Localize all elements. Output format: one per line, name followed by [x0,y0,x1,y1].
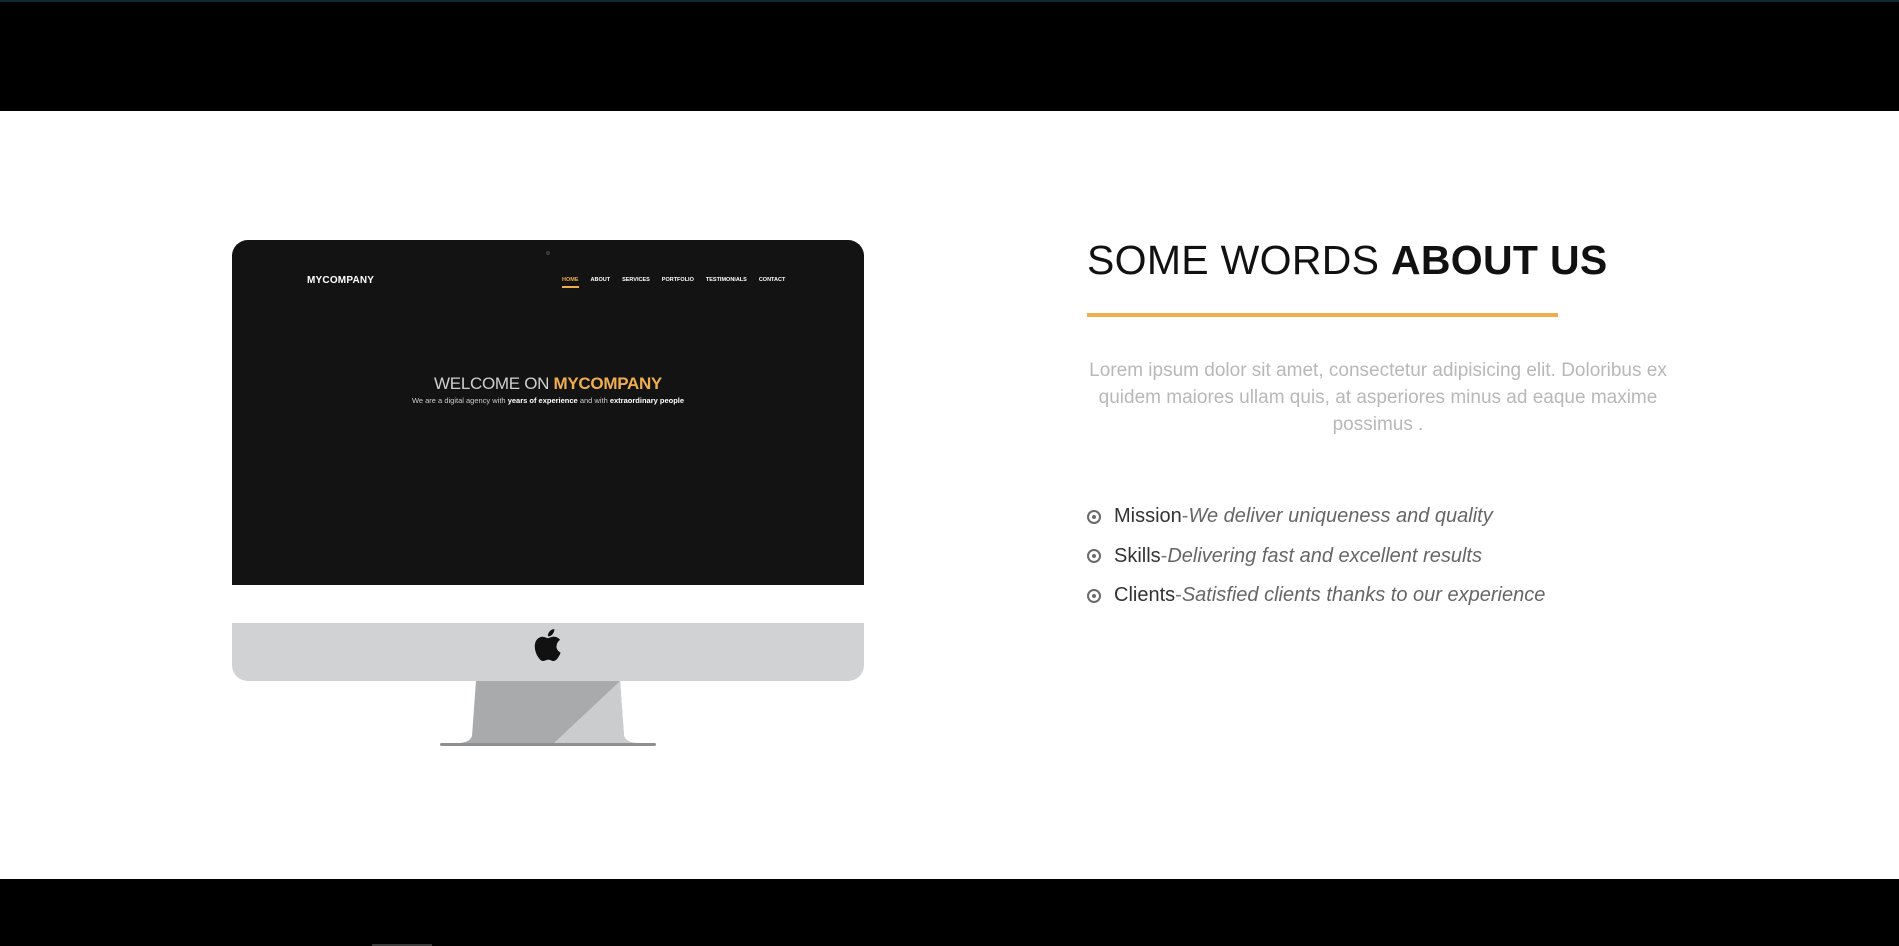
list-item: Skills - Delivering fast and excellent r… [1087,537,1545,577]
dot-circle-icon [1087,549,1101,564]
about-list: Mission - We deliver uniqueness and qual… [1087,497,1545,616]
mockup-hero-title: WELCOME ON MYCOMPANY [232,374,864,394]
list-item-separator: - [1175,584,1182,607]
list-item-separator: - [1160,544,1168,567]
mockup-nav-testimonials: TESTIMONIALS [705,277,747,283]
list-item: Mission - We deliver uniqueness and qual… [1087,497,1545,537]
imac-bezel [232,585,864,623]
imac-body: MYCOMPANY HOME ABOUT SERVICES PORTFOLIO … [232,240,864,681]
page: MYCOMPANY HOME ABOUT SERVICES PORTFOLIO … [0,0,1899,946]
top-band [0,0,1899,111]
mockup-brand: MYCOMPANY [307,275,375,286]
mockup-nav-about: ABOUT [590,277,611,283]
mockup-sub-4: extraordinary people [609,396,685,405]
imac-stand [440,681,656,746]
about-title: SOME WORDS ABOUT US [1087,237,1608,284]
imac-screen: MYCOMPANY HOME ABOUT SERVICES PORTFOLIO … [232,240,864,585]
title-underline [1087,313,1558,317]
mockup-hero-prefix: WELCOME ON [434,374,554,393]
list-item-term: Skills [1114,544,1161,567]
mockup-hero-brand: MYCOMPANY [553,374,663,393]
mockup-nav-services: SERVICES [622,277,650,283]
list-item: Clients - Satisfied clients thanks to ou… [1087,576,1545,616]
list-item-term: Clients [1114,584,1176,607]
mockup-hero-subtitle: We are a digital agency with years of ex… [232,396,864,405]
dot-circle-icon [1087,588,1101,603]
list-item-description: Satisfied clients thanks to our experien… [1181,584,1546,607]
camera-icon [546,251,550,255]
list-item-separator: - [1181,505,1189,528]
mockup-nav: HOME ABOUT SERVICES PORTFOLIO TESTIMONIA… [562,277,786,288]
about-title-bold: ABOUT US [1390,237,1608,283]
mockup-sub-2: years of experience [507,396,578,405]
apple-icon [534,629,561,662]
mockup-nav-home: HOME [562,277,579,288]
mockup-nav-contact: CONTACT [758,277,786,283]
bottom-band [0,879,1899,946]
list-item-description: We deliver uniqueness and quality [1188,505,1493,528]
list-item-term: Mission [1114,505,1182,528]
mockup-sub-1: We are a digital agency with [411,396,508,405]
imac-mockup-image: MYCOMPANY HOME ABOUT SERVICES PORTFOLIO … [232,240,864,750]
mockup-hero: WELCOME ON MYCOMPANY We are a digital ag… [232,374,864,405]
about-lead-text: Lorem ipsum dolor sit amet, consectetur … [1089,360,1667,435]
mockup-sub-3: and with [577,396,610,405]
mockup-nav-portfolio: PORTFOLIO [661,277,694,283]
dot-circle-icon [1087,509,1101,524]
list-item-description: Delivering fast and excellent results [1167,544,1482,567]
about-title-light: SOME WORDS [1087,237,1391,283]
